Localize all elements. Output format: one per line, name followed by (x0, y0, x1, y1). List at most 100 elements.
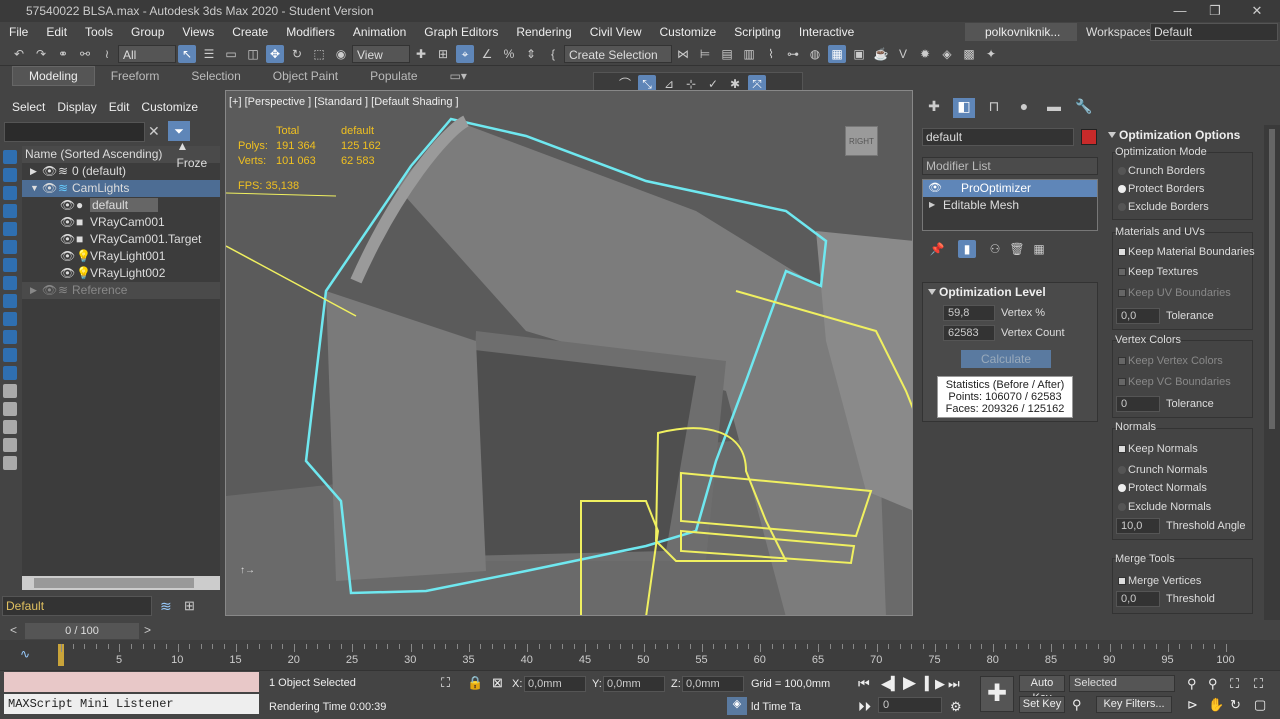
absolute-mode-icon[interactable]: ⊠ (492, 675, 503, 691)
tab-edit[interactable]: Edit (103, 96, 136, 118)
pan-icon[interactable]: ✋ (1208, 697, 1224, 713)
keep-material-boundaries-checkbox[interactable]: Keep Material Boundaries (1118, 245, 1255, 259)
object-color-swatch[interactable] (1081, 129, 1097, 145)
rotate-icon[interactable]: ↻ (288, 45, 306, 63)
menu-group[interactable]: Group (122, 22, 173, 42)
keep-vc-boundaries-checkbox[interactable]: Keep VC Boundaries (1118, 375, 1231, 389)
tab-populate[interactable]: Populate (354, 67, 433, 85)
key-filters-button[interactable]: Key Filters... (1096, 696, 1172, 713)
merge-vertices-checkbox[interactable]: Merge Vertices (1118, 574, 1201, 588)
tab-customize[interactable]: Customize (135, 96, 204, 118)
keep-textures-checkbox[interactable]: Keep Textures (1118, 265, 1198, 279)
exclude-normals-radio[interactable]: Exclude Normals (1118, 500, 1211, 514)
link-icon[interactable]: ⚭ (54, 45, 72, 63)
set-key-button[interactable]: Set Key (1019, 696, 1065, 713)
pin-stack-icon[interactable]: 📌 (928, 240, 946, 258)
vray-cam-icon[interactable]: ◈ (938, 45, 956, 63)
configure-sets-icon[interactable]: ▦ (1030, 240, 1048, 258)
tab-select[interactable]: Select (6, 96, 51, 118)
crunch-borders-radio[interactable]: Crunch Borders (1118, 164, 1205, 178)
display-lights-icon[interactable] (3, 204, 17, 218)
time-slider[interactable]: 0 / 100 (25, 623, 139, 639)
display-hidden-icon[interactable] (3, 366, 17, 380)
set-key-icon[interactable]: ✚ (980, 676, 1014, 712)
show-end-result-icon[interactable]: ▮ (958, 240, 976, 258)
curve-editor-mini-icon[interactable]: ∿ (20, 647, 30, 661)
vertex-count-spinner[interactable]: 62583 (943, 325, 995, 341)
layer-dropdown[interactable]: Default (2, 596, 152, 616)
eye-icon[interactable]: 👁 (60, 248, 75, 265)
select-object-icon[interactable]: ↖ (178, 44, 196, 63)
sync-selection-icon[interactable] (3, 438, 17, 452)
menu-modifiers[interactable]: Modifiers (277, 22, 344, 42)
time-tag-label[interactable]: ld Time Ta (751, 701, 801, 713)
maxscript-listener[interactable]: MAXScript Mini Listener (4, 694, 259, 714)
restore-icon[interactable]: ❐ (1195, 0, 1235, 22)
merge-threshold-spinner[interactable]: 0,0 (1116, 591, 1160, 607)
render-setup-icon[interactable]: ▦ (828, 44, 846, 63)
filter-list-icon[interactable] (3, 456, 17, 470)
crunch-normals-radio[interactable]: Crunch Normals (1118, 463, 1207, 477)
add-time-tag-icon[interactable]: ◈ (727, 697, 747, 715)
options-vscrollbar[interactable] (1264, 125, 1280, 620)
angle-snap-icon[interactable]: ∠ (478, 45, 496, 63)
workspaces-dropdown[interactable]: Default (1150, 23, 1278, 41)
tab-selection[interactable]: Selection (175, 67, 256, 85)
menu-views[interactable]: Views (173, 22, 223, 42)
eye-icon[interactable]: 👁 (60, 214, 75, 231)
edit-named-sel-icon[interactable]: { (544, 45, 562, 63)
key-mode-toggle-icon[interactable]: ⏵⏵ (858, 699, 871, 715)
display-groups-icon[interactable] (3, 276, 17, 290)
zoom-extents-all-icon[interactable]: ⛶ (1254, 676, 1263, 692)
vc-tolerance-spinner[interactable]: 0 (1116, 396, 1160, 412)
tab-modeling[interactable]: Modeling (12, 66, 95, 86)
uv-tolerance-spinner[interactable]: 0,0 (1116, 308, 1160, 324)
key-filter-icon[interactable]: ⚲ (1072, 697, 1082, 713)
rect-selection-icon[interactable]: ▭ (222, 45, 240, 63)
rollout-header[interactable]: Optimization Level (923, 283, 1097, 301)
menu-animation[interactable]: Animation (344, 22, 415, 42)
align-icon[interactable]: ⊨ (696, 45, 714, 63)
ref-coord-dropdown[interactable]: View (352, 44, 410, 63)
stack-item-editable-mesh[interactable]: Editable Mesh (923, 197, 1097, 214)
expand-icon[interactable]: ▶ (30, 282, 37, 299)
undo-icon[interactable]: ↶ (10, 45, 28, 63)
next-frame-icon[interactable]: ▍▶ (925, 676, 945, 692)
menu-customize[interactable]: Customize (651, 22, 726, 42)
calculate-button[interactable]: Calculate (961, 350, 1051, 368)
col-name[interactable]: Name (Sorted Ascending) (25, 146, 177, 163)
isolate-icon[interactable]: ⛶ (441, 675, 450, 691)
named-selection-dropdown[interactable]: Create Selection Se (564, 44, 672, 80)
display-tab-icon[interactable]: ▬ (1043, 98, 1065, 118)
protect-normals-radio[interactable]: Protect Normals (1118, 481, 1207, 495)
protect-borders-radio[interactable]: Protect Borders (1118, 182, 1204, 196)
keep-normals-checkbox[interactable]: Keep Normals (1118, 442, 1198, 456)
eye-icon[interactable]: 👁 (42, 282, 57, 299)
window-crossing-icon[interactable]: ◫ (244, 45, 262, 63)
ribbon-options-icon[interactable]: ▭▾ (434, 67, 483, 85)
curve-editor-icon[interactable]: ⌇ (762, 45, 780, 63)
slider-next-icon[interactable]: > (144, 623, 151, 637)
eye-icon[interactable]: 👁 (60, 265, 75, 282)
menu-graph-editors[interactable]: Graph Editors (415, 22, 507, 42)
vray-icon[interactable]: V (894, 45, 912, 63)
layer-explorer-icon[interactable]: ▤ (718, 45, 736, 63)
invert-display-icon[interactable] (3, 420, 17, 434)
outliner-row[interactable]: 👁 💡 VRayLight002 (22, 265, 220, 282)
vray-frame-buffer-icon[interactable]: ▩ (960, 45, 978, 63)
close-icon[interactable]: ✕ (1237, 0, 1277, 22)
outliner-row[interactable]: ▶ 👁 ≋ Reference (22, 282, 220, 299)
menu-tools[interactable]: Tools (76, 22, 122, 42)
eye-icon[interactable]: 👁 (42, 180, 57, 197)
display-xrefs-icon[interactable] (3, 294, 17, 308)
selection-filter-dropdown[interactable]: All (118, 44, 176, 63)
display-helpers-icon[interactable] (3, 240, 17, 254)
goto-end-icon[interactable]: ⏭ (948, 676, 960, 692)
outliner-row[interactable]: 👁 ■ VRayCam001.Target (22, 231, 220, 248)
select-by-name-icon[interactable]: ☰ (200, 45, 218, 63)
auto-key-button[interactable]: Auto Key (1019, 675, 1065, 704)
material-editor-icon[interactable]: ◍ (806, 45, 824, 63)
viewcube[interactable]: RIGHT (845, 126, 878, 156)
orbit-icon[interactable]: ↻ (1230, 697, 1241, 713)
layers-icon[interactable]: ≋ (160, 598, 172, 615)
